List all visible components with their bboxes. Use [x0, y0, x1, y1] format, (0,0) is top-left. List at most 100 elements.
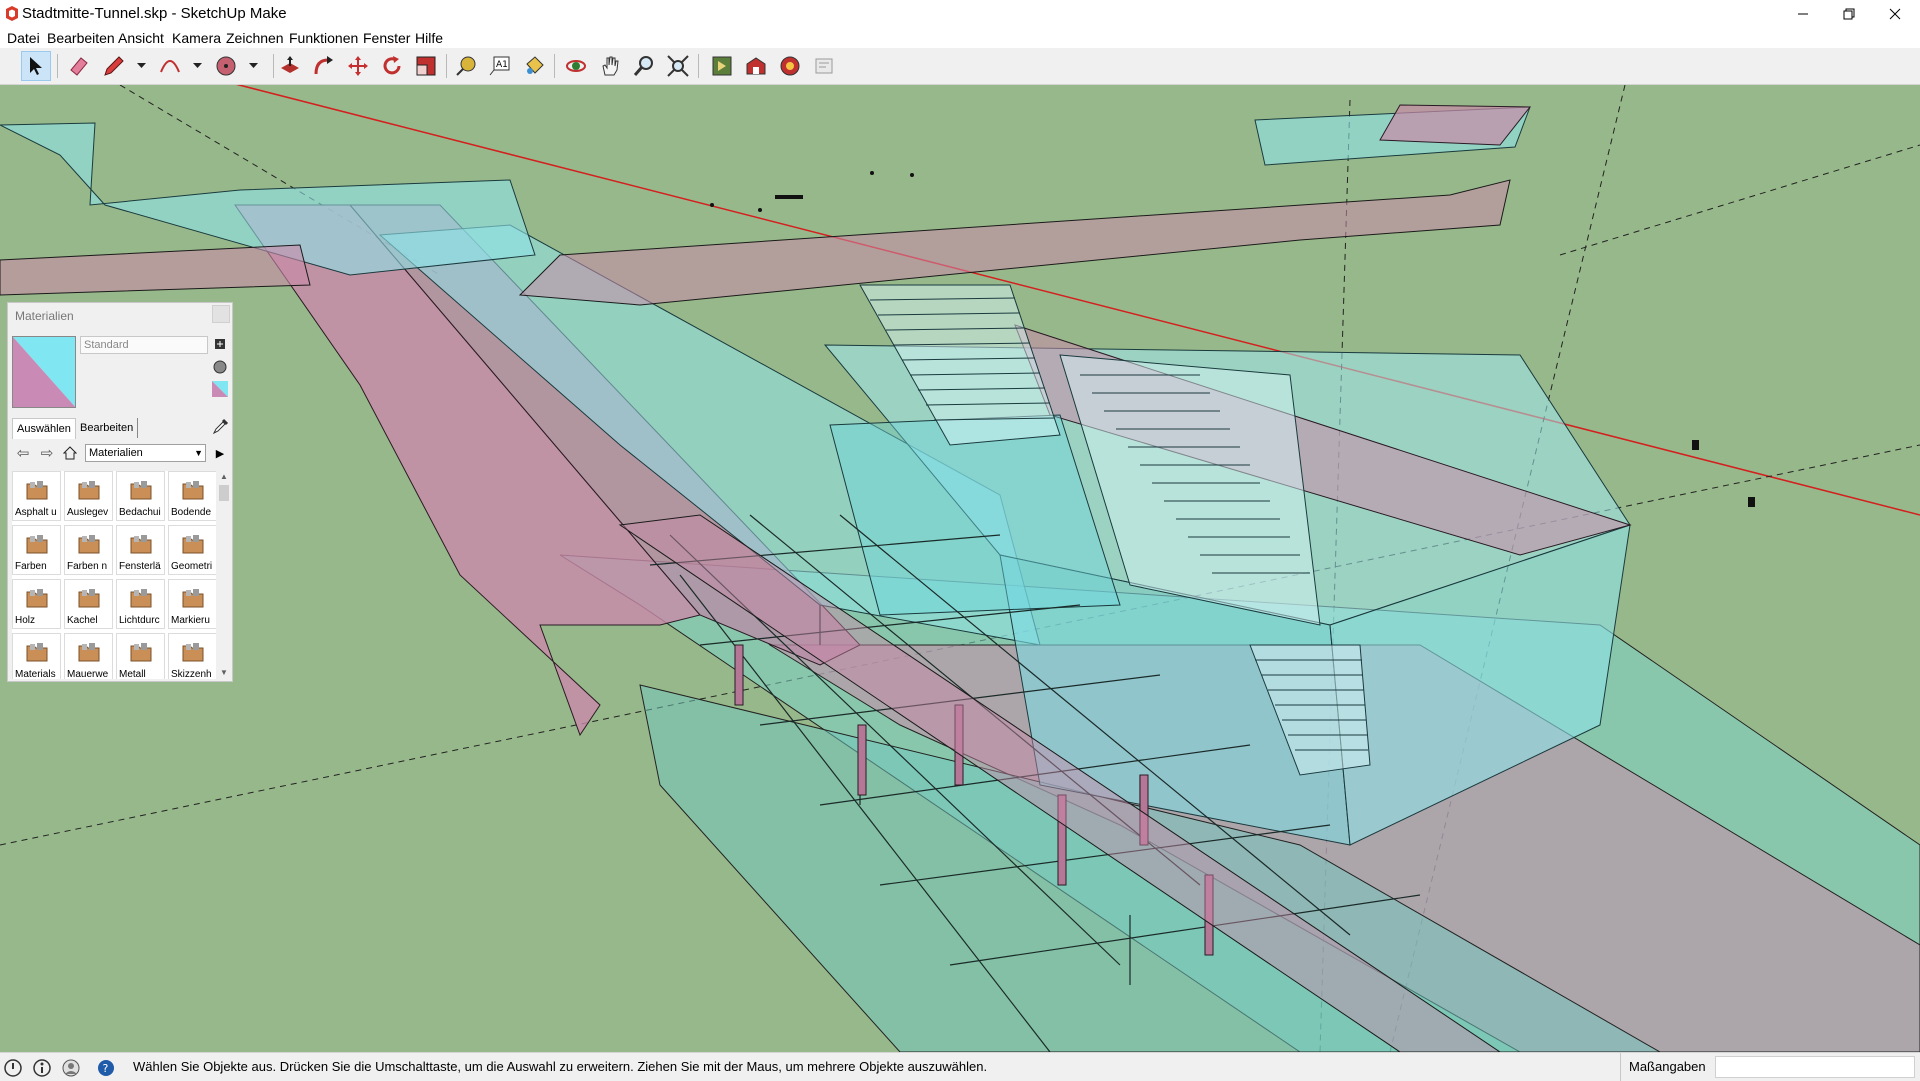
scroll-down-icon[interactable]: ▼ [218, 667, 230, 679]
line-dropdown-arrow[interactable] [135, 51, 147, 81]
scale-icon [416, 56, 436, 76]
menu-bearbeiten[interactable]: Bearbeiten [47, 28, 115, 48]
rotate-tool-button[interactable] [377, 51, 407, 81]
tab-auswaehlen[interactable]: Auswählen [12, 418, 76, 439]
scroll-up-icon[interactable]: ▲ [218, 471, 230, 483]
arc-icon [160, 60, 180, 73]
scroll-thumb[interactable] [219, 485, 229, 501]
credits-icon[interactable] [32, 1058, 52, 1078]
follow-me-tool-button[interactable] [309, 51, 339, 81]
material-folder-item[interactable]: Fensterlä [116, 525, 165, 575]
folder-icon [26, 481, 48, 500]
material-folder-item[interactable]: Mauerwe [64, 633, 113, 679]
minimize-icon [1798, 13, 1808, 15]
default-material-icon[interactable] [212, 381, 228, 397]
move-tool-button[interactable] [343, 51, 373, 81]
pan-tool-button[interactable] [595, 51, 625, 81]
geolocation-icon[interactable] [3, 1058, 23, 1078]
home-icon[interactable] [61, 444, 79, 462]
arc-dropdown-arrow[interactable] [191, 51, 203, 81]
help-icon[interactable]: ? [96, 1058, 116, 1078]
menu-hilfe[interactable]: Hilfe [415, 28, 443, 48]
material-folder-item[interactable]: Metall [116, 633, 165, 679]
tape-measure-tool-button[interactable] [451, 51, 481, 81]
select-tool-button[interactable] [21, 51, 51, 81]
details-arrow-icon[interactable]: ▶ [211, 444, 229, 462]
material-folder-item[interactable]: Materials [12, 633, 61, 679]
folder-icon [130, 481, 152, 500]
tab-bearbeiten[interactable]: Bearbeiten [76, 418, 139, 438]
folder-icon [130, 535, 152, 554]
back-arrow-icon[interactable]: ⇦ [14, 444, 32, 462]
material-folder-item[interactable]: Bodende [168, 471, 216, 521]
text-tool-button[interactable]: A1 [485, 51, 515, 81]
folder-icon [26, 535, 48, 554]
material-folder-item[interactable]: Farben [12, 525, 61, 575]
material-folder-label: Kachel [67, 615, 98, 626]
menu-ansicht[interactable]: Ansicht [118, 28, 164, 48]
model-viewport[interactable]: Materialien Standard Auswählen Bearbeite… [0, 85, 1920, 1052]
user-account-icon[interactable] [61, 1058, 81, 1078]
zoom-tool-button[interactable] [629, 51, 659, 81]
material-folder-item[interactable]: Skizzenh [168, 633, 216, 679]
title-bar: Stadtmitte-Tunnel.skp - SketchUp Make [0, 0, 1920, 28]
scale-tool-button[interactable] [411, 51, 441, 81]
material-folder-item[interactable]: Asphalt u [12, 471, 61, 521]
material-folder-item[interactable]: Markieru [168, 579, 216, 629]
material-folder-item[interactable]: Kachel [64, 579, 113, 629]
paint-sample-icon[interactable] [212, 359, 228, 375]
svg-text:?: ? [103, 1062, 109, 1075]
measurements-input[interactable] [1715, 1056, 1915, 1078]
pencil-icon [104, 56, 124, 76]
zoom-magnifier-icon [633, 56, 653, 76]
layout-button[interactable] [809, 51, 839, 81]
eraser-icon [70, 57, 88, 76]
menu-fenster[interactable]: Fenster [363, 28, 410, 48]
circle-dropdown-arrow[interactable] [247, 51, 259, 81]
material-folder-label: Markieru [171, 615, 210, 626]
circle-tool-button[interactable] [211, 51, 241, 81]
layout-icon [815, 58, 833, 74]
get-models-button[interactable] [707, 51, 737, 81]
chevron-down-icon [136, 63, 146, 68]
material-folder-item[interactable]: Holz [12, 579, 61, 629]
pan-hand-icon [602, 56, 619, 76]
material-folder-item[interactable]: Lichtdurc [116, 579, 165, 629]
material-name-field[interactable]: Standard [80, 336, 208, 354]
eyedropper-icon[interactable] [212, 417, 230, 435]
home-shape [63, 446, 77, 460]
extension-warehouse-button[interactable] [775, 51, 805, 81]
material-folder-item[interactable]: Geometri [168, 525, 216, 575]
menu-datei[interactable]: Datei [7, 28, 40, 48]
minimize-button[interactable] [1780, 0, 1826, 28]
restore-icon [1843, 8, 1855, 20]
line-tool-button[interactable] [99, 51, 129, 81]
material-folder-label: Fensterlä [119, 561, 161, 572]
menu-zeichnen[interactable]: Zeichnen [226, 28, 284, 48]
zoom-extents-tool-button[interactable] [663, 51, 693, 81]
material-folder-item[interactable]: Bedachui [116, 471, 165, 521]
menu-funktionen[interactable]: Funktionen [289, 28, 358, 48]
folder-icon [26, 643, 48, 662]
close-button[interactable] [1872, 0, 1918, 28]
paint-bucket-tool-button[interactable] [519, 51, 549, 81]
forward-arrow-icon[interactable]: ⇨ [38, 444, 56, 462]
folder-icon [130, 589, 152, 608]
orbit-tool-button[interactable] [561, 51, 591, 81]
arc-tool-button[interactable] [155, 51, 185, 81]
restore-button[interactable] [1826, 0, 1872, 28]
material-list-scrollbar[interactable]: ▲ ▼ [218, 471, 230, 679]
push-pull-tool-button[interactable] [275, 51, 305, 81]
3d-warehouse-button[interactable] [741, 51, 771, 81]
close-panel-button[interactable] [212, 305, 230, 323]
menu-kamera[interactable]: Kamera [172, 28, 221, 48]
get-models-icon [712, 56, 732, 76]
material-library-select[interactable]: Materialien ▼ [85, 444, 206, 462]
toolbar-separator [273, 54, 274, 78]
material-folder-item[interactable]: Farben n [64, 525, 113, 575]
chevron-down-icon [248, 63, 258, 68]
material-folder-label: Asphalt u [15, 507, 57, 518]
material-folder-item[interactable]: Auslegev [64, 471, 113, 521]
create-material-icon[interactable] [212, 336, 228, 352]
eraser-tool-button[interactable] [64, 51, 94, 81]
